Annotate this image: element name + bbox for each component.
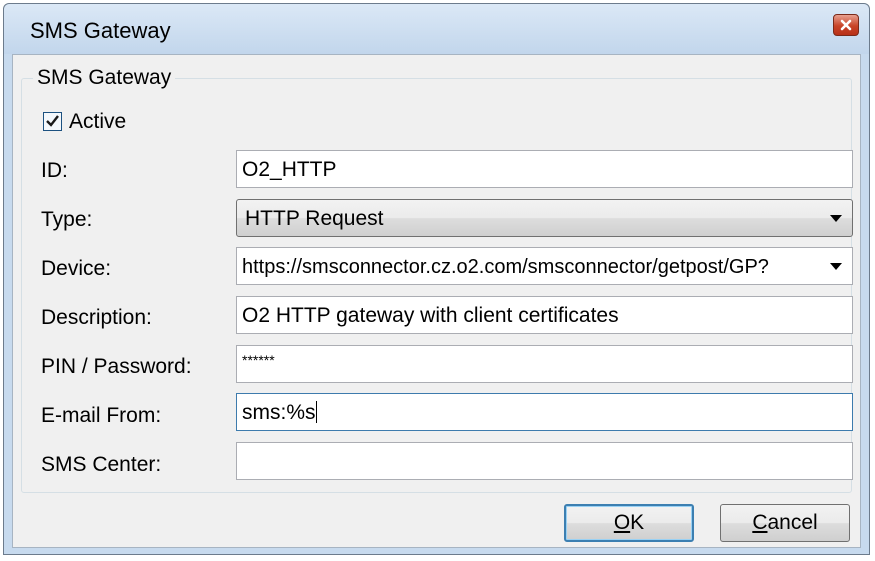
ok-button[interactable]: OK (564, 504, 694, 542)
active-label: Active (69, 110, 127, 133)
chevron-down-icon (830, 215, 842, 222)
email-from-label: E-mail From: (41, 404, 162, 427)
chevron-down-icon[interactable] (830, 263, 842, 270)
ok-label-rest: K (630, 511, 645, 534)
device-combobox[interactable]: https://smsconnector.cz.o2.com/smsconnec… (236, 247, 853, 285)
close-button[interactable] (833, 14, 859, 36)
dialog-window: SMS Gateway SMS Gateway Active ID: O2_HT… (3, 3, 870, 555)
cancel-button[interactable]: Cancel (720, 504, 850, 542)
pin-password-field[interactable]: ****** (236, 345, 853, 383)
type-label: Type: (41, 208, 93, 231)
device-value: https://smsconnector.cz.o2.com/smsconnec… (242, 256, 769, 278)
close-icon (840, 19, 852, 31)
sms-center-label: SMS Center: (41, 453, 162, 476)
email-from-value: sms:%s (242, 401, 316, 424)
window-title: SMS Gateway (30, 18, 171, 43)
checkmark-icon (46, 115, 59, 127)
active-checkbox[interactable] (43, 112, 62, 131)
id-label: ID: (41, 159, 68, 182)
dialog-body: SMS Gateway Active ID: O2_HTTP Type: HTT… (12, 54, 861, 548)
groupbox-label: SMS Gateway (33, 66, 176, 90)
cancel-mnemonic: C (752, 511, 768, 534)
description-field[interactable]: O2 HTTP gateway with client certificates (236, 296, 853, 334)
ok-mnemonic: O (613, 511, 631, 534)
description-label: Description: (41, 306, 152, 329)
cancel-label-rest: ancel (767, 511, 818, 534)
text-caret (315, 401, 317, 423)
email-from-field[interactable]: sms:%s (236, 393, 853, 431)
title-bar[interactable]: SMS Gateway (4, 4, 869, 54)
pin-password-label: PIN / Password: (41, 355, 192, 378)
sms-center-field[interactable] (236, 442, 853, 480)
type-select[interactable]: HTTP Request (236, 199, 853, 237)
device-label: Device: (41, 257, 112, 280)
type-selected-value: HTTP Request (245, 207, 384, 230)
id-field[interactable]: O2_HTTP (236, 150, 853, 188)
